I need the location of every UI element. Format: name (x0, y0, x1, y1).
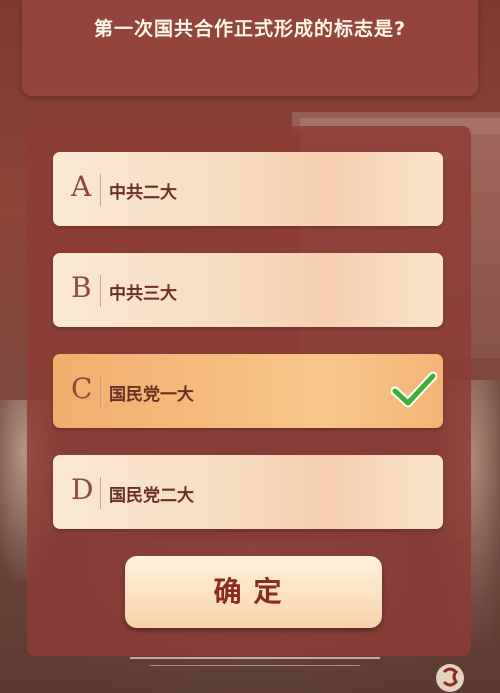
emblem-icon (436, 664, 464, 692)
bottom-divider-secondary (150, 665, 360, 666)
option-divider (100, 275, 101, 307)
option-letter: A (71, 170, 92, 203)
confirm-button[interactable]: 确定 (125, 556, 382, 628)
option-divider (100, 174, 101, 206)
option-a[interactable]: A 中共二大 (53, 152, 443, 226)
option-label: 中共二大 (109, 183, 177, 203)
check-icon (391, 371, 437, 408)
option-divider (100, 477, 101, 509)
option-d[interactable]: D 国民党二大 (53, 455, 443, 529)
option-label: 国民党一大 (109, 385, 194, 405)
option-label: 国民党二大 (109, 486, 194, 506)
option-c[interactable]: C 国民党一大 (53, 354, 443, 428)
option-divider (100, 376, 101, 408)
bottom-divider (130, 657, 380, 659)
option-label: 中共三大 (109, 284, 177, 304)
option-letter: B (71, 271, 92, 304)
option-letter: D (71, 473, 94, 506)
question-banner: 第一次国共合作正式形成的标志是? (22, 0, 478, 96)
question-text: 第一次国共合作正式形成的标志是? (93, 18, 407, 40)
option-letter: C (71, 372, 93, 405)
option-b[interactable]: B 中共三大 (53, 253, 443, 327)
